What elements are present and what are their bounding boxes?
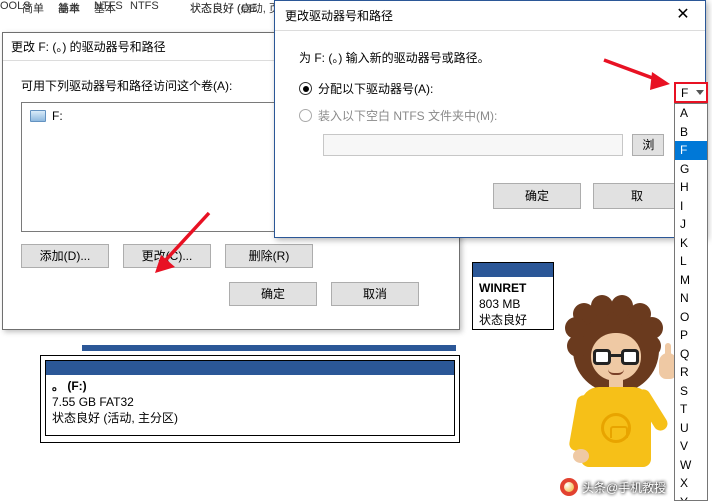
mount-folder-radio[interactable]: 装入以下空白 NTFS 文件夹中(M): <box>299 107 681 124</box>
assign-letter-label: 分配以下驱动器号(A): <box>318 80 433 97</box>
list-item-label: F: <box>52 109 63 123</box>
partition-header-strip <box>82 345 456 351</box>
close-button[interactable]: ✕ <box>661 1 705 31</box>
drive-letter-option[interactable]: M <box>675 271 707 290</box>
combobox-value: F <box>681 86 688 100</box>
partition-tile-f[interactable]: 。 (F:) 7.55 GB FAT32 状态良好 (活动, 主分区) <box>40 355 460 443</box>
drive-letter-option[interactable]: N <box>675 289 707 308</box>
chevron-down-icon <box>696 90 704 95</box>
drive-letter-option[interactable]: L <box>675 252 707 271</box>
partition-header <box>473 263 553 277</box>
drive-letter-option[interactable]: S <box>675 382 707 401</box>
drive-letter-option[interactable]: A <box>675 104 707 123</box>
watermark-text: 头条@手机教授 <box>582 479 666 496</box>
change-button[interactable]: 更改(C)... <box>123 244 211 268</box>
partition-header <box>46 361 454 375</box>
add-button[interactable]: 添加(D)... <box>21 244 109 268</box>
drive-letter-dropdown[interactable]: ABFGHIJKLMNOPQRSTUVWXY <box>674 103 708 501</box>
ok-button[interactable]: 确定 <box>229 282 317 306</box>
partition-tile-winret[interactable]: WINRET 803 MB 状态良好 <box>472 262 554 330</box>
watermark: 头条@手机教授 <box>560 478 666 496</box>
drive-letter-option[interactable]: H <box>675 178 707 197</box>
dialog2-title: 更改驱动器号和路径 <box>285 7 393 24</box>
dialog2-intro: 为 F: (。) 输入新的驱动器号或路径。 <box>299 49 681 66</box>
drive-letter-option[interactable]: U <box>675 419 707 438</box>
partition-name: 。 (F:) <box>52 379 87 393</box>
ok-button-2[interactable]: 确定 <box>493 183 581 209</box>
remove-button[interactable]: 删除(R) <box>225 244 313 268</box>
toutiao-logo-icon <box>560 478 578 496</box>
mount-folder-label: 装入以下空白 NTFS 文件夹中(M): <box>318 107 497 124</box>
radio-unchecked-icon <box>299 109 312 122</box>
drive-letter-combobox[interactable]: F <box>674 82 708 103</box>
partition-size: 803 MB <box>479 297 520 311</box>
drive-letter-option[interactable]: I <box>675 197 707 216</box>
cancel-button[interactable]: 取消 <box>331 282 419 306</box>
cancel-button-2[interactable]: 取 <box>593 183 681 209</box>
radio-checked-icon <box>299 82 312 95</box>
drive-letter-option[interactable]: V <box>675 437 707 456</box>
drive-letter-option[interactable]: W <box>675 456 707 475</box>
partition-status: 状态良好 <box>479 313 527 327</box>
drive-letter-option[interactable]: F <box>675 141 707 160</box>
mount-path-input <box>323 134 623 156</box>
browse-button[interactable]: 浏 <box>632 134 664 156</box>
drive-icon <box>30 110 46 122</box>
drive-letter-option[interactable]: Q <box>675 345 707 364</box>
drive-letter-option[interactable]: K <box>675 234 707 253</box>
drive-letter-option[interactable]: G <box>675 160 707 179</box>
partition-status: 状态良好 (活动, 主分区) <box>52 411 178 425</box>
drive-letter-option[interactable]: Y <box>675 493 707 501</box>
partition-size: 7.55 GB FAT32 <box>52 395 134 409</box>
cartoon-character <box>553 307 683 497</box>
drive-letter-option[interactable]: T <box>675 400 707 419</box>
assign-letter-dialog: 更改驱动器号和路径 ✕ 为 F: (。) 输入新的驱动器号或路径。 分配以下驱动… <box>274 0 706 238</box>
assign-letter-radio[interactable]: 分配以下驱动器号(A): <box>299 80 681 97</box>
drive-letter-option[interactable]: B <box>675 123 707 142</box>
drive-letter-option[interactable]: P <box>675 326 707 345</box>
drive-letter-option[interactable]: O <box>675 308 707 327</box>
drive-letter-option[interactable]: R <box>675 363 707 382</box>
drive-letter-option[interactable]: X <box>675 474 707 493</box>
partition-name: WINRET <box>479 281 526 295</box>
drive-letter-option[interactable]: J <box>675 215 707 234</box>
